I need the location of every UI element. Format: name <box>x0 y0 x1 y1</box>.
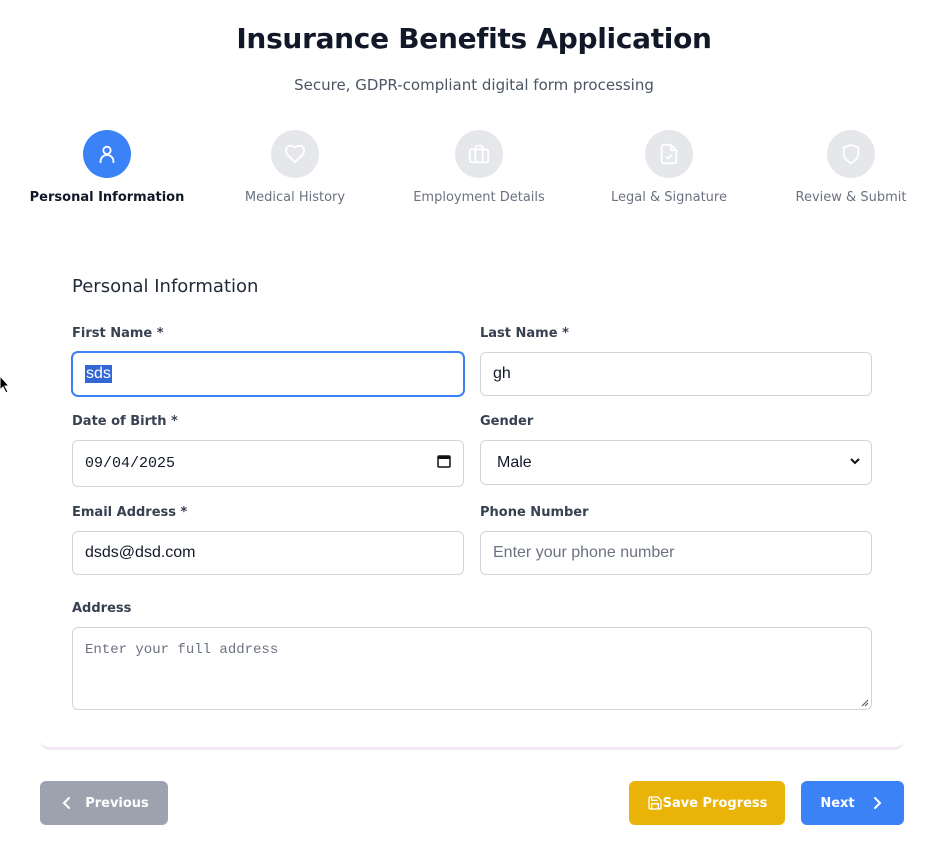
step-label: Employment Details <box>413 190 545 205</box>
address-placeholder: Enter your full address <box>85 642 279 658</box>
address-label: Address <box>72 601 132 616</box>
section-title: Personal Information <box>72 276 259 297</box>
phone-label: Phone Number <box>480 505 589 520</box>
chevron-right-icon <box>869 795 885 811</box>
step-review-submit[interactable]: Review & Submit <box>751 130 948 205</box>
step-label: Medical History <box>244 190 346 205</box>
first-name-input[interactable]: sds <box>72 352 464 396</box>
progress-stepper: Personal Information Medical History Emp… <box>0 130 948 220</box>
briefcase-icon <box>455 130 503 178</box>
first-name-label: First Name * <box>72 326 164 341</box>
gender-select[interactable]: Male <box>480 440 872 485</box>
step-label: Legal & Signature <box>611 190 727 205</box>
dob-label: Date of Birth * <box>72 414 178 429</box>
next-label: Next <box>820 795 855 811</box>
gender-value: Male <box>497 453 532 471</box>
first-name-value: sds <box>85 365 112 383</box>
last-name-label: Last Name * <box>480 326 569 341</box>
email-label: Email Address * <box>72 505 188 520</box>
resize-handle-icon[interactable] <box>860 698 869 707</box>
page-title: Insurance Benefits Application <box>236 22 712 55</box>
mouse-cursor-icon <box>0 376 10 394</box>
step-label: Review & Submit <box>795 190 907 205</box>
phone-input[interactable]: Enter your phone number <box>480 531 872 575</box>
email-input[interactable]: dsds@dsd.com <box>72 531 464 575</box>
user-icon <box>83 130 131 178</box>
last-name-input[interactable]: gh <box>480 352 872 396</box>
email-value: dsds@dsd.com <box>85 544 196 561</box>
previous-label: Previous <box>85 795 149 811</box>
shield-icon <box>827 130 875 178</box>
address-textarea[interactable]: Enter your full address <box>72 627 872 710</box>
step-personal-information[interactable]: Personal Information <box>7 130 207 205</box>
chevron-left-icon <box>59 795 75 811</box>
step-legal-signature[interactable]: Legal & Signature <box>569 130 769 205</box>
page-subtitle: Secure, GDPR-compliant digital form proc… <box>294 76 654 94</box>
save-progress-button[interactable]: Save Progress <box>629 781 785 825</box>
last-name-value: gh <box>493 365 511 382</box>
step-label: Personal Information <box>29 190 185 205</box>
dob-value: 09/04/2025 <box>85 455 176 472</box>
dob-input[interactable]: 09/04/2025 <box>72 440 464 487</box>
next-button[interactable]: Next <box>801 781 904 825</box>
save-label: Save Progress <box>662 795 768 811</box>
save-icon <box>647 795 663 811</box>
file-check-icon <box>645 130 693 178</box>
phone-placeholder: Enter your phone number <box>493 544 675 561</box>
chevron-down-icon <box>849 454 861 472</box>
calendar-icon[interactable] <box>437 454 451 473</box>
step-employment-details[interactable]: Employment Details <box>379 130 579 205</box>
heart-icon <box>271 130 319 178</box>
step-medical-history[interactable]: Medical History <box>195 130 395 205</box>
previous-button[interactable]: Previous <box>40 781 168 825</box>
form-card: Personal Information First Name * sds La… <box>40 250 904 750</box>
gender-label: Gender <box>480 414 534 429</box>
